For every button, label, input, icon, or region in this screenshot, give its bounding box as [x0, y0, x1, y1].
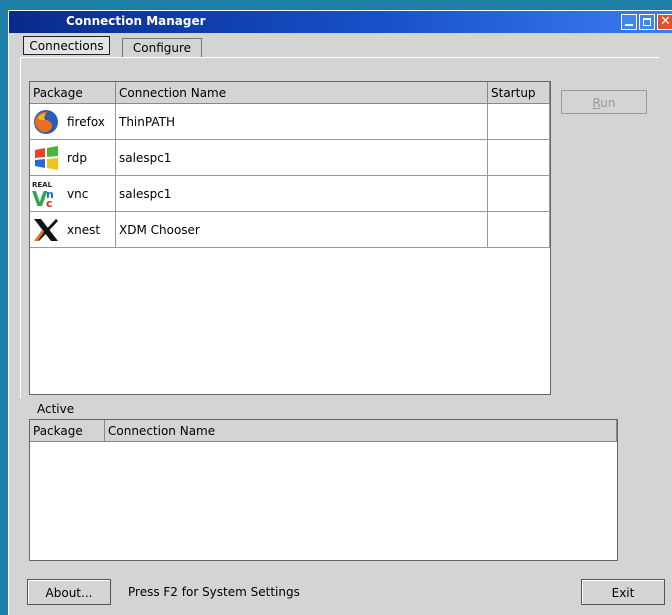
table-row[interactable]: firefox ThinPATH	[30, 104, 550, 140]
minimize-button[interactable]	[621, 14, 637, 30]
package-cell: REAL V n c vnc	[30, 176, 116, 212]
column-header-connection-name[interactable]: Connection Name	[116, 82, 488, 104]
connections-table: Package Connection Name Startup firefox …	[29, 81, 551, 395]
status-text: Press F2 for System Settings	[128, 585, 300, 599]
table-row[interactable]: xnest XDM Chooser	[30, 212, 550, 248]
startup-cell	[488, 176, 550, 212]
windows-icon	[35, 146, 58, 170]
column-header-startup[interactable]: Startup	[488, 82, 550, 104]
run-button[interactable]: Run	[561, 90, 647, 114]
about-button[interactable]: About...	[27, 579, 111, 605]
package-name: firefox	[67, 115, 105, 129]
maximize-icon	[643, 18, 651, 26]
realvnc-icon: REAL V n c	[32, 181, 54, 208]
table-row[interactable]: rdp salespc1	[30, 140, 550, 176]
package-cell: xnest	[30, 212, 116, 248]
connection-name-cell: salespc1	[116, 176, 488, 212]
active-connections-table: Package Connection Name	[29, 419, 618, 561]
package-name: xnest	[67, 223, 101, 237]
active-column-header-connection-name[interactable]: Connection Name	[105, 420, 617, 442]
window-title: Connection Manager	[66, 14, 206, 28]
close-button[interactable]: ✕	[657, 14, 672, 30]
connection-name-cell: ThinPATH	[116, 104, 488, 140]
table-row[interactable]: REAL V n c vnc salespc1	[30, 176, 550, 212]
run-button-label: un	[600, 96, 616, 110]
tab-configure[interactable]: Configure	[122, 38, 202, 57]
startup-cell	[488, 140, 550, 176]
active-section-label: Active	[37, 402, 75, 416]
svg-text:c: c	[46, 197, 53, 208]
tab-connections[interactable]: Connections	[23, 36, 110, 55]
startup-cell	[488, 212, 550, 248]
package-cell: firefox	[30, 104, 116, 140]
close-icon: ✕	[660, 14, 671, 29]
maximize-button[interactable]	[639, 14, 655, 30]
title-bar[interactable]: Connection Manager ✕	[9, 11, 672, 33]
startup-cell	[488, 104, 550, 140]
connection-name-cell: XDM Chooser	[116, 212, 488, 248]
minimize-icon	[625, 24, 633, 26]
active-column-header-package[interactable]: Package	[30, 420, 105, 442]
x-window-icon	[34, 219, 58, 241]
connection-name-cell: salespc1	[116, 140, 488, 176]
package-name: rdp	[67, 151, 87, 165]
column-header-package[interactable]: Package	[30, 82, 116, 104]
package-name: vnc	[67, 187, 89, 201]
package-cell: rdp	[30, 140, 116, 176]
exit-button[interactable]: Exit	[581, 579, 665, 605]
firefox-icon	[34, 110, 58, 134]
